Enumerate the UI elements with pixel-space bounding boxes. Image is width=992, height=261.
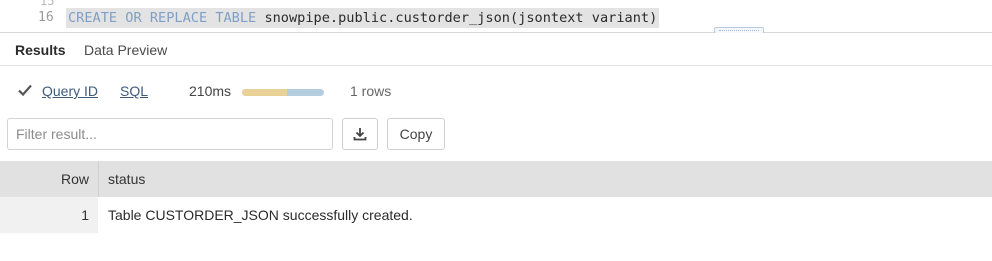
sql-editor[interactable]: 15 16 CREATE OR REPLACE TABLE snowpipe.p… [0, 0, 992, 33]
previous-line-number: 15 [40, 0, 55, 8]
copy-button[interactable]: Copy [387, 118, 445, 150]
table-header: Row status [0, 161, 992, 197]
column-header-status[interactable]: status [108, 171, 145, 187]
download-icon [353, 128, 367, 141]
query-progress-bar [242, 89, 324, 96]
tab-data-preview[interactable]: Data Preview [84, 42, 167, 58]
sql-statement-text: snowpipe.public.custorder_json(jsontext … [264, 10, 658, 26]
sql-statement[interactable]: CREATE OR REPLACE TABLE snowpipe.public.… [66, 8, 660, 28]
resize-grip-icon [719, 30, 759, 31]
sql-keywords: CREATE OR REPLACE TABLE [68, 10, 257, 26]
column-divider [98, 161, 99, 197]
status-cell[interactable]: Table CUSTORDER_JSON successfully create… [108, 207, 413, 223]
column-header-row[interactable]: Row [61, 171, 89, 187]
results-tabs: Results Data Preview [0, 33, 992, 66]
table-row[interactable]: 1 Table CUSTORDER_JSON successfully crea… [0, 197, 992, 233]
sql-link[interactable]: SQL [120, 83, 148, 99]
row-count: 1 rows [350, 83, 392, 99]
check-icon [18, 84, 32, 97]
tab-results[interactable]: Results [15, 42, 66, 58]
query-id-link[interactable]: Query ID [42, 83, 98, 99]
row-number: 1 [81, 207, 89, 223]
download-button[interactable] [342, 118, 378, 150]
results-table: Row status 1 Table CUSTORDER_JSON succes… [0, 161, 992, 233]
line-number: 16 [38, 10, 54, 25]
query-duration: 210ms [189, 83, 232, 99]
filter-result-input[interactable] [7, 118, 333, 150]
progress-compile-segment [242, 89, 288, 96]
query-info-bar: Query ID SQL 210ms 1 rows [0, 78, 992, 106]
